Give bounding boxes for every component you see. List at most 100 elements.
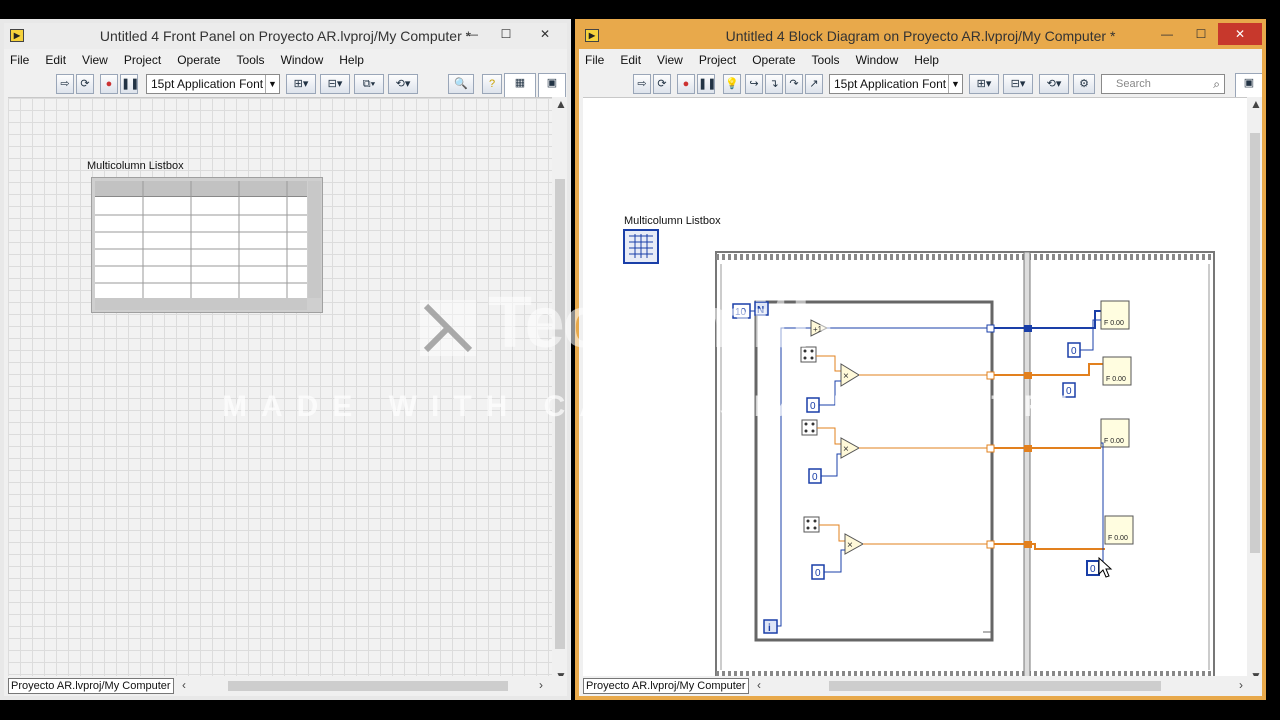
dice-random-icon[interactable]: [800, 346, 817, 363]
run-continuous-icon[interactable]: ⟳: [76, 74, 94, 94]
iteration-terminal[interactable]: i: [763, 619, 778, 634]
sequence-tunnel-orange[interactable]: [1024, 445, 1032, 452]
increment-icon[interactable]: +1: [810, 319, 829, 337]
menu-tools[interactable]: Tools: [812, 53, 840, 67]
menu-file[interactable]: File: [10, 53, 29, 67]
resize-objects-icon[interactable]: ⧉▾: [354, 74, 384, 94]
scroll-left-icon[interactable]: ‹: [182, 678, 186, 692]
menu-help[interactable]: Help: [339, 53, 364, 67]
horizontal-scrollbar[interactable]: [194, 678, 534, 692]
scroll-up-icon[interactable]: ▲: [555, 97, 567, 111]
orange-tunnel[interactable]: [986, 371, 995, 380]
minimize-button[interactable]: —: [1150, 23, 1184, 45]
block-diagram-titlebar[interactable]: ▶ Untitled 4 Block Diagram on Proyecto A…: [579, 23, 1262, 49]
horizontal-scrollbar[interactable]: [769, 678, 1229, 692]
listbox-cells[interactable]: [95, 181, 307, 298]
search-input[interactable]: Search ⌕: [1101, 74, 1225, 94]
vertical-scrollbar[interactable]: ▲ ▼: [552, 97, 567, 683]
minimize-button[interactable]: —: [455, 23, 489, 45]
step-into-icon[interactable]: ↴: [765, 74, 783, 94]
scroll-right-icon[interactable]: ›: [539, 678, 543, 692]
multicolumn-listbox[interactable]: [91, 177, 323, 313]
font-select[interactable]: 15pt Application Font ▼: [146, 74, 280, 94]
listbox-horizontal-scrollbar[interactable]: [95, 298, 307, 310]
horizontal-scroll-thumb[interactable]: [228, 681, 508, 691]
multiply-icon[interactable]: ×: [840, 437, 861, 459]
sequence-tunnel-blue[interactable]: [1024, 325, 1032, 332]
reorder-icon[interactable]: ⟲▾: [1039, 74, 1069, 94]
help-icon[interactable]: ?: [482, 74, 502, 94]
loop-count-constant[interactable]: 10: [732, 303, 751, 319]
loop-count-terminal[interactable]: N: [754, 301, 769, 316]
align-objects-icon[interactable]: ⊞▾: [969, 74, 999, 94]
menu-edit[interactable]: Edit: [45, 53, 66, 67]
listbox-vertical-scrollbar[interactable]: [308, 181, 321, 298]
multiply-icon[interactable]: ×: [844, 533, 865, 555]
abort-icon[interactable]: ●: [677, 74, 695, 94]
for-loop-structure[interactable]: [754, 300, 994, 642]
pause-icon[interactable]: ❚❚: [120, 74, 139, 94]
project-path[interactable]: Proyecto AR.lvproj/My Computer: [8, 678, 174, 694]
vertical-scroll-thumb[interactable]: [1250, 133, 1260, 553]
close-button[interactable]: ✕: [1218, 23, 1262, 45]
retain-wire-values-icon[interactable]: ↪: [745, 74, 763, 94]
multiply-icon[interactable]: ×: [840, 363, 860, 387]
step-out-icon[interactable]: ↗: [805, 74, 823, 94]
vertical-scroll-thumb[interactable]: [555, 179, 565, 649]
clean-up-diagram-icon[interactable]: ⚙: [1073, 74, 1095, 94]
project-path[interactable]: Proyecto AR.lvproj/My Computer: [583, 678, 749, 694]
menu-operate[interactable]: Operate: [177, 53, 220, 67]
maximize-button[interactable]: ☐: [1184, 23, 1218, 45]
distribute-objects-icon[interactable]: ⊟▾: [1003, 74, 1033, 94]
format-into-string-icon[interactable]: F 0.00: [1100, 418, 1130, 448]
menu-edit[interactable]: Edit: [620, 53, 641, 67]
scroll-up-icon[interactable]: ▲: [1250, 97, 1262, 111]
block-diagram-canvas[interactable]: Multicolumn Listbox 10 N i +1 × 0 × 0 × …: [583, 97, 1247, 679]
menu-window[interactable]: Window: [856, 53, 899, 67]
step-over-icon[interactable]: ↷: [785, 74, 803, 94]
align-objects-icon[interactable]: ⊞▾: [286, 74, 316, 94]
orange-tunnel[interactable]: [986, 444, 995, 453]
dice-random-icon[interactable]: [803, 516, 820, 533]
highlight-bulb-icon[interactable]: 💡: [723, 74, 741, 94]
menu-view[interactable]: View: [657, 53, 683, 67]
search-icon[interactable]: 🔍: [448, 74, 474, 94]
menu-tools[interactable]: Tools: [237, 53, 265, 67]
zero-constant[interactable]: 0: [808, 468, 822, 484]
reorder-icon[interactable]: ⟲▾: [388, 74, 418, 94]
menu-window[interactable]: Window: [281, 53, 324, 67]
run-arrow-icon[interactable]: ⇨: [56, 74, 74, 94]
menu-view[interactable]: View: [82, 53, 108, 67]
run-continuous-icon[interactable]: ⟳: [653, 74, 671, 94]
font-select[interactable]: 15pt Application Font ▼: [829, 74, 963, 94]
format-into-string-icon[interactable]: F 0.00: [1100, 300, 1130, 330]
dice-random-icon[interactable]: [801, 419, 818, 436]
front-panel-titlebar[interactable]: ▶ Untitled 4 Front Panel on Proyecto AR.…: [4, 23, 567, 49]
blue-tunnel[interactable]: [986, 324, 995, 333]
front-panel-canvas[interactable]: Multicolumn Listbox: [8, 97, 552, 679]
zero-constant[interactable]: 0: [806, 397, 820, 413]
close-button[interactable]: ✕: [523, 23, 567, 45]
scroll-left-icon[interactable]: ‹: [757, 678, 761, 692]
run-arrow-icon[interactable]: ⇨: [633, 74, 651, 94]
format-into-string-icon[interactable]: F 0.00: [1102, 356, 1132, 386]
abort-icon[interactable]: ●: [100, 74, 118, 94]
format-into-string-icon[interactable]: F 0.00: [1104, 515, 1134, 545]
scroll-right-icon[interactable]: ›: [1239, 678, 1243, 692]
horizontal-scroll-thumb[interactable]: [829, 681, 1161, 691]
zero-constant[interactable]: 0: [811, 564, 825, 580]
zero-constant[interactable]: 0: [1062, 382, 1076, 398]
pause-icon[interactable]: ❚❚: [697, 74, 716, 94]
distribute-objects-icon[interactable]: ⊟▾: [320, 74, 350, 94]
flat-sequence-structure[interactable]: [715, 251, 1215, 679]
menu-operate[interactable]: Operate: [752, 53, 795, 67]
maximize-button[interactable]: ☐: [489, 23, 523, 45]
zero-constant-selected[interactable]: 0: [1086, 560, 1100, 576]
menu-project[interactable]: Project: [124, 53, 161, 67]
menu-project[interactable]: Project: [699, 53, 736, 67]
menu-file[interactable]: File: [585, 53, 604, 67]
sequence-tunnel-orange[interactable]: [1024, 541, 1032, 548]
search-icon[interactable]: ⌕: [1213, 75, 1220, 93]
menu-help[interactable]: Help: [914, 53, 939, 67]
zero-constant[interactable]: 0: [1067, 342, 1081, 358]
